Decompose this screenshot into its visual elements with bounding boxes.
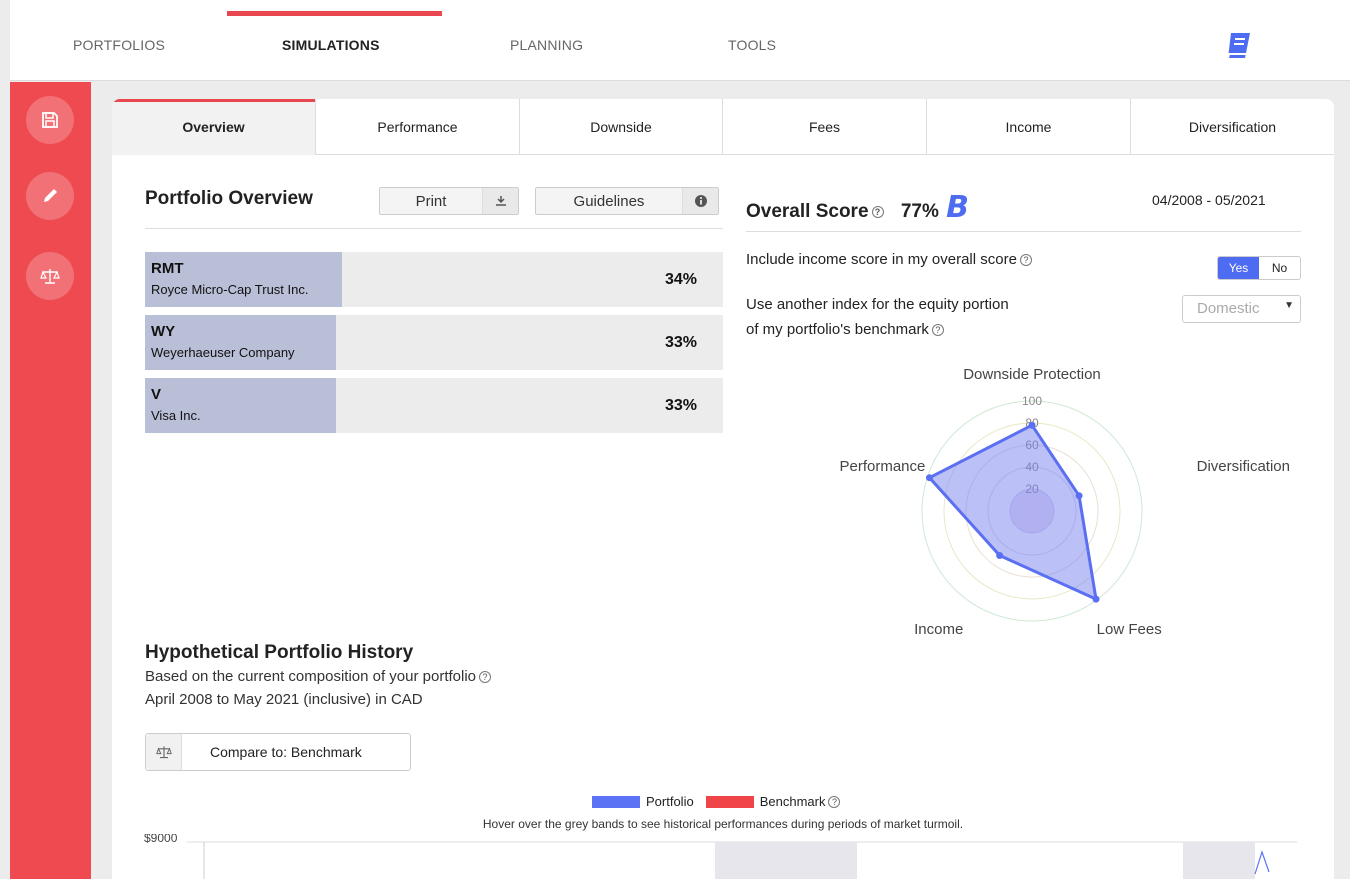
index-label-line2: of my portfolio's benchmark? bbox=[746, 321, 944, 338]
help-icon[interactable]: ? bbox=[479, 671, 492, 684]
holding-row[interactable]: RMT Royce Micro-Cap Trust Inc. 34% bbox=[145, 252, 723, 307]
toggle-no[interactable]: No bbox=[1259, 257, 1300, 279]
tab-overview[interactable]: Overview bbox=[112, 99, 316, 155]
radar-point[interactable] bbox=[996, 551, 1004, 559]
print-label: Print bbox=[415, 192, 447, 210]
tab-active-indicator bbox=[112, 99, 315, 102]
overall-score-percent: 77% bbox=[900, 201, 939, 222]
index-select[interactable]: Domestic ▼ bbox=[1182, 295, 1301, 323]
weight-bar bbox=[145, 378, 336, 433]
nav-tools[interactable]: TOOLS bbox=[728, 37, 776, 53]
tab-downside[interactable]: Downside bbox=[520, 99, 723, 155]
holding-ticker: RMT bbox=[151, 260, 184, 277]
tab-diversification[interactable]: Diversification bbox=[1131, 99, 1334, 155]
legend-swatch-benchmark bbox=[705, 795, 754, 808]
score-grade: B bbox=[946, 190, 969, 225]
portfolio-overview-title: Portfolio Overview bbox=[145, 188, 313, 209]
income-score-label: Include income score in my overall score… bbox=[746, 251, 1032, 268]
guidelines-button[interactable]: Guidelines bbox=[535, 187, 719, 215]
compare-benchmark-button[interactable]: Compare to: Benchmark bbox=[145, 733, 411, 771]
index-select-value: Domestic bbox=[1197, 300, 1260, 317]
toggle-yes[interactable]: Yes bbox=[1218, 257, 1259, 279]
compare-button[interactable] bbox=[26, 252, 74, 300]
save-icon bbox=[42, 112, 58, 128]
index-label-line1: Use another index for the equity portion bbox=[746, 296, 1009, 313]
nav-portfolios[interactable]: PORTFOLIOS bbox=[73, 37, 165, 53]
holding-weight: 33% bbox=[664, 397, 697, 414]
edit-button[interactable] bbox=[26, 172, 74, 220]
help-icon[interactable]: ? bbox=[931, 324, 944, 337]
guidelines-label: Guidelines bbox=[573, 192, 645, 210]
history-title: Hypothetical Portfolio History bbox=[145, 642, 414, 663]
score-divider bbox=[746, 231, 1301, 232]
nav-planning[interactable]: PLANNING bbox=[510, 37, 583, 53]
history-subtitle: Based on the current composition of your… bbox=[145, 668, 492, 685]
y-tick-label: $9000 bbox=[144, 834, 178, 845]
help-icon[interactable]: ? bbox=[1019, 254, 1032, 267]
tab-performance[interactable]: Performance bbox=[316, 99, 520, 155]
radar-point[interactable] bbox=[925, 474, 933, 482]
holding-ticker: V bbox=[151, 386, 162, 403]
help-icon[interactable]: ? bbox=[828, 795, 841, 808]
book-icon[interactable] bbox=[1223, 30, 1255, 62]
income-score-toggle[interactable]: Yes No bbox=[1217, 256, 1301, 280]
history-legend: Portfolio Benchmark? bbox=[592, 794, 841, 809]
save-button[interactable] bbox=[26, 96, 74, 144]
holding-name: Visa Inc. bbox=[151, 408, 201, 423]
chevron-down-icon: ▼ bbox=[1284, 300, 1294, 311]
history-subtitle-text: Based on the current composition of your… bbox=[145, 668, 477, 685]
radar-axis-label: Low Fees bbox=[1097, 621, 1162, 638]
radar-axis-label: Diversification bbox=[1197, 458, 1290, 475]
tab-bar: Overview Performance Downside Fees Incom… bbox=[112, 99, 1334, 155]
overall-score-title: Overall Score? 77% B bbox=[746, 190, 969, 225]
income-score-text: Include income score in my overall score bbox=[746, 251, 1017, 268]
balance-scale-icon bbox=[146, 734, 182, 770]
pencil-icon bbox=[44, 189, 57, 202]
holding-row[interactable]: V Visa Inc. 33% bbox=[145, 378, 723, 433]
index-label-text: of my portfolio's benchmark bbox=[746, 321, 929, 338]
radar-series-portfolio bbox=[927, 423, 1098, 601]
radar-point[interactable] bbox=[1075, 492, 1083, 500]
radar-tick-label: 100 bbox=[1022, 394, 1042, 408]
overview-divider bbox=[145, 228, 723, 229]
turmoil-band[interactable] bbox=[715, 842, 857, 879]
overall-score-label: Overall Score bbox=[746, 201, 869, 222]
legend-portfolio[interactable]: Portfolio bbox=[646, 794, 694, 809]
print-button[interactable]: Print bbox=[379, 187, 519, 215]
tab-income[interactable]: Income bbox=[927, 99, 1131, 155]
holding-name: Royce Micro-Cap Trust Inc. bbox=[151, 282, 309, 297]
holding-ticker: WY bbox=[151, 323, 176, 340]
turmoil-band[interactable] bbox=[1183, 842, 1255, 879]
radar-axis-label: Income bbox=[914, 621, 963, 638]
radar-point[interactable] bbox=[1028, 421, 1036, 429]
history-chart: $9000 bbox=[144, 834, 1297, 879]
portfolio-line bbox=[1254, 850, 1270, 875]
holding-weight: 34% bbox=[664, 271, 697, 288]
sidebar bbox=[10, 82, 91, 879]
radar-point[interactable] bbox=[1092, 595, 1100, 603]
tab-fees[interactable]: Fees bbox=[723, 99, 927, 155]
legend-benchmark[interactable]: Benchmark bbox=[760, 794, 826, 809]
history-range: April 2008 to May 2021 (inclusive) in CA… bbox=[145, 691, 423, 708]
nav-simulations[interactable]: SIMULATIONS bbox=[282, 37, 380, 53]
date-range: 04/2008 - 05/2021 bbox=[1152, 192, 1266, 208]
download-icon bbox=[482, 188, 518, 214]
top-nav: PORTFOLIOS SIMULATIONS PLANNING TOOLS bbox=[10, 0, 1350, 81]
help-icon[interactable]: ? bbox=[871, 205, 884, 218]
holding-name: Weyerhaeuser Company bbox=[151, 345, 295, 360]
holding-weight: 33% bbox=[664, 334, 697, 351]
radar-axis-label: Performance bbox=[840, 458, 926, 475]
compare-label: Compare to: Benchmark bbox=[210, 744, 362, 760]
info-icon bbox=[682, 188, 718, 214]
radar-chart: 10080604020Downside ProtectionDiversific… bbox=[840, 366, 1290, 638]
nav-active-indicator bbox=[227, 11, 442, 16]
balance-scale-icon bbox=[40, 269, 60, 284]
history-note: Hover over the grey bands to see histori… bbox=[482, 817, 964, 831]
legend-swatch-portfolio bbox=[592, 795, 640, 808]
holding-row[interactable]: WY Weyerhaeuser Company 33% bbox=[145, 315, 723, 370]
radar-axis-label: Downside Protection bbox=[963, 366, 1101, 383]
main-card: Overview Performance Downside Fees Incom… bbox=[112, 99, 1334, 879]
